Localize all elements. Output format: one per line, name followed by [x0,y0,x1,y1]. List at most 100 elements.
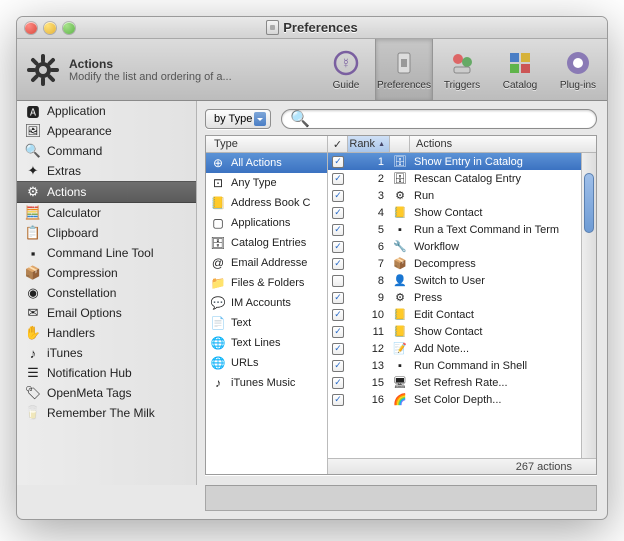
action-label: Rescan Catalog Entry [410,173,596,185]
zoom-icon[interactable] [63,22,75,34]
action-row[interactable]: ✓2🗄Rescan Catalog Entry [328,170,596,187]
sidebar-item-clipboard[interactable]: 📋Clipboard [17,223,196,243]
toolbar-plugins-button[interactable]: Plug-ins [549,39,607,100]
action-row[interactable]: ✓7📦Decompress [328,255,596,272]
action-icon: ▪ [390,360,410,372]
search-input[interactable] [316,113,588,125]
action-row[interactable]: ✓12📝Add Note... [328,340,596,357]
action-checkbox[interactable]: ✓ [332,207,344,219]
type-row[interactable]: 🗄Catalog Entries [206,233,327,253]
action-checkbox[interactable]: ✓ [332,326,344,338]
preferences-icon [266,20,279,35]
filter-mode-dropdown[interactable]: by Type [205,109,271,129]
type-icon: 💬 [210,295,226,311]
search-field[interactable]: 🔍 [281,109,597,129]
action-label: Set Color Depth... [410,394,596,406]
action-checkbox[interactable]: ✓ [332,394,344,406]
type-row[interactable]: @Email Addresse [206,253,327,273]
action-label: Run Command in Shell [410,360,596,372]
action-checkbox[interactable]: ✓ [332,190,344,202]
action-row[interactable]: ✓4📒Show Contact [328,204,596,221]
sidebar-item-calculator[interactable]: 🧮Calculator [17,203,196,223]
scrollbar[interactable] [581,153,596,458]
action-row[interactable]: ✓ 16🌈Set Color Depth... [328,391,596,408]
action-checkbox[interactable]: ✓ [332,292,344,304]
action-icon: ⚙ [390,189,410,202]
sidebar-item-constellation[interactable]: ◉Constellation [17,283,196,303]
type-row[interactable]: 📒Address Book C [206,193,327,213]
action-rank: 1 [348,156,390,168]
column-header-type[interactable]: Type [206,136,327,153]
action-checkbox[interactable]: ✓ [332,258,344,270]
action-checkbox[interactable] [332,275,344,287]
scrollbar-thumb[interactable] [584,173,594,233]
action-row[interactable]: ✓9⚙Press [328,289,596,306]
action-icon: 🌈 [390,393,410,406]
action-checkbox[interactable]: ✓ [332,309,344,321]
action-row[interactable]: ✓5▪Run a Text Command in Term [328,221,596,238]
action-row[interactable]: ✓6🔧Workflow [328,238,596,255]
type-row[interactable]: ▢Applications [206,213,327,233]
sidebar-item-handlers[interactable]: ✋Handlers [17,323,196,343]
action-checkbox[interactable]: ✓ [332,360,344,372]
action-checkbox[interactable]: ✓ [332,173,344,185]
action-rank: 9 [348,292,390,304]
action-row[interactable]: 8👤Switch to User [328,272,596,289]
disc-icon: ◉ [25,285,41,301]
sidebar-item-notification-hub[interactable]: ☰Notification Hub [17,363,196,383]
type-row[interactable]: 📁Files & Folders [206,273,327,293]
action-icon: 📦 [390,257,410,270]
sidebar-item-command[interactable]: 🔍Command [17,141,196,161]
toolbar-preferences-button[interactable]: Preferences [375,39,433,100]
close-icon[interactable] [25,22,37,34]
action-row[interactable]: ✓1🗄Show Entry in Catalog [328,153,596,170]
app-icon: 🅰 [25,103,41,119]
sidebar-item-openmeta-tags[interactable]: 🏷OpenMeta Tags [17,383,196,403]
plugins-icon [562,48,594,78]
action-row[interactable]: ✓11📒Show Contact [328,323,596,340]
type-row[interactable]: 📄Text [206,313,327,333]
action-row[interactable]: ✓13▪Run Command in Shell [328,357,596,374]
gear-icon: ⚙ [25,184,41,200]
toolbar-triggers-button[interactable]: Triggers [433,39,491,100]
type-row[interactable]: ⊕All Actions [206,153,327,173]
toolbar-catalog-button[interactable]: Catalog [491,39,549,100]
column-header-rank[interactable]: Rank [348,136,390,152]
sidebar-item-command-line-tool[interactable]: ▪Command Line Tool [17,243,196,263]
action-checkbox[interactable]: ✓ [332,343,344,355]
action-row[interactable]: ✓3⚙Run [328,187,596,204]
type-row[interactable]: ⊡Any Type [206,173,327,193]
type-row[interactable]: 🌐URLs [206,353,327,373]
action-icon: ⚙ [390,291,410,304]
action-rank: 16 [348,394,390,406]
sidebar-item-compression[interactable]: 📦Compression [17,263,196,283]
action-icon: 🖥 [390,376,410,389]
sidebar-item-actions[interactable]: ⚙Actions [17,181,196,203]
type-row[interactable]: 🌐Text Lines [206,333,327,353]
titlebar[interactable]: Preferences [17,17,607,39]
sidebar-item-itunes[interactable]: ♪iTunes [17,343,196,363]
extras-icon: ✦ [25,163,41,179]
action-rank: 10 [348,309,390,321]
sidebar-item-application[interactable]: 🅰Application [17,101,196,121]
action-row[interactable]: ✓10📒Edit Contact [328,306,596,323]
column-header-check[interactable]: ✓ [328,136,348,152]
sidebar-item-email-options[interactable]: ✉Email Options [17,303,196,323]
action-checkbox[interactable]: ✓ [332,377,344,389]
column-header-icon[interactable] [390,136,410,152]
column-header-actions[interactable]: Actions [410,136,596,152]
sidebar-item-appearance[interactable]: 🖼Appearance [17,121,196,141]
sidebar-item-extras[interactable]: ✦Extras [17,161,196,181]
action-checkbox[interactable]: ✓ [332,156,344,168]
action-row[interactable]: ✓15🖥Set Refresh Rate... [328,374,596,391]
minimize-icon[interactable] [44,22,56,34]
type-row[interactable]: 💬IM Accounts [206,293,327,313]
type-label: Email Addresse [231,257,307,269]
action-icon: 📒 [390,308,410,321]
action-checkbox[interactable]: ✓ [332,224,344,236]
sidebar-item-remember-the-milk[interactable]: 🥛Remember The Milk [17,403,196,423]
toolbar: Actions Modify the list and ordering of … [17,39,607,101]
action-checkbox[interactable]: ✓ [332,241,344,253]
type-row[interactable]: ♪iTunes Music [206,373,327,393]
toolbar-guide-button[interactable]: ☿Guide [317,39,375,100]
